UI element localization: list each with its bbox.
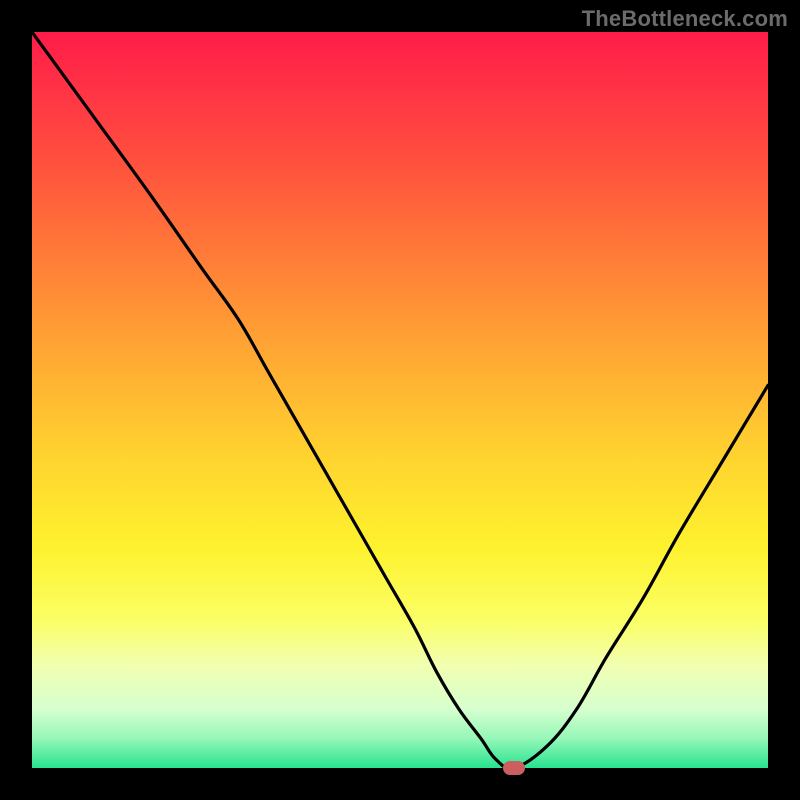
chart-frame: TheBottleneck.com (0, 0, 800, 800)
optimum-marker (503, 761, 525, 775)
plot-area (32, 32, 768, 768)
bottleneck-curve (32, 32, 768, 768)
watermark-text: TheBottleneck.com (582, 6, 788, 32)
curve-svg (32, 32, 768, 768)
